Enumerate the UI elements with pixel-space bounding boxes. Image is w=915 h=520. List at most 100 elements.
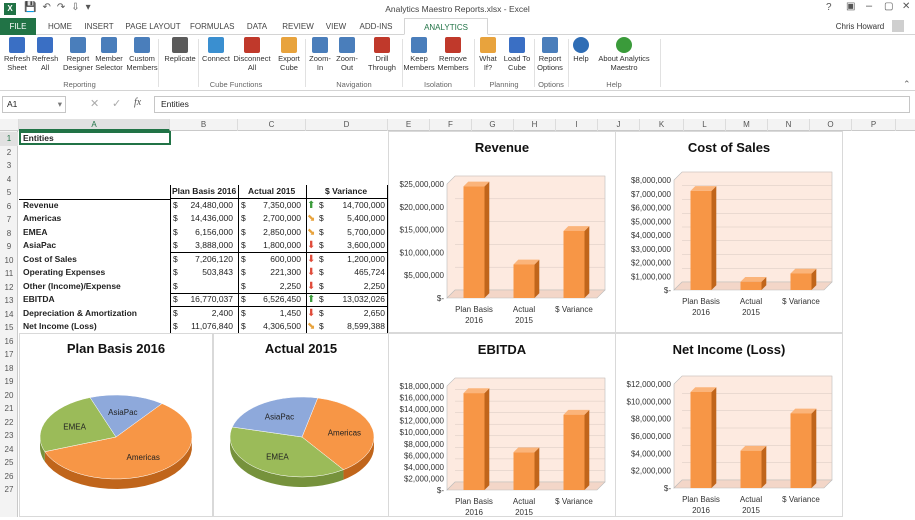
row-label[interactable]: Depreciation & Amortization — [23, 307, 137, 320]
row-label[interactable]: EMEA — [23, 226, 48, 239]
column-header[interactable]: C — [238, 119, 306, 131]
row-label[interactable]: Operating Expenses — [23, 266, 105, 279]
row-label[interactable]: AsiaPac — [23, 239, 56, 252]
tab-review[interactable]: REVIEW — [282, 18, 314, 35]
column-header[interactable]: K — [640, 119, 684, 131]
row-header[interactable]: 23 — [0, 429, 18, 443]
cancel-entry-icon[interactable]: ✕ — [90, 97, 99, 110]
ribbon-refresh-sheet-button[interactable]: Refresh Sheet — [4, 37, 30, 72]
row-label[interactable]: Other (Income)/Expense — [23, 280, 121, 293]
name-box[interactable]: A1 ▾ — [2, 96, 66, 113]
column-header[interactable]: I — [556, 119, 598, 131]
row-header[interactable]: 3 — [0, 159, 18, 173]
avatar[interactable] — [892, 20, 904, 32]
select-all-corner[interactable] — [0, 119, 19, 131]
row-header[interactable]: 7 — [0, 213, 18, 227]
ribbon-display-icon[interactable]: ▣ — [846, 1, 855, 12]
column-header[interactable]: F — [430, 119, 472, 131]
ribbon-drill-through-button[interactable]: Drill Through — [366, 37, 398, 72]
ribbon-export-cube-button[interactable]: Export Cube — [276, 37, 302, 72]
tab-insert[interactable]: INSERT — [84, 18, 114, 35]
ribbon-help-button[interactable]: Help — [570, 37, 592, 63]
tab-formulas[interactable]: FORMULAS — [190, 18, 234, 35]
column-header[interactable]: N — [768, 119, 810, 131]
row-header[interactable]: 19 — [0, 375, 18, 389]
tab-data[interactable]: DATA — [244, 18, 270, 35]
row-header[interactable]: 8 — [0, 227, 18, 241]
row-header[interactable]: 1 — [0, 132, 18, 146]
user-name[interactable]: Chris Howard — [830, 18, 890, 35]
ribbon-connect-button[interactable]: Connect — [201, 37, 231, 63]
ribbon-about-button[interactable]: About Analytics Maestro — [596, 37, 652, 72]
close-icon[interactable]: ✕ — [902, 1, 910, 12]
row-header[interactable]: 17 — [0, 348, 18, 362]
minimize-icon[interactable]: – — [866, 0, 872, 12]
row-header[interactable]: 11 — [0, 267, 18, 281]
row-label[interactable]: Revenue — [23, 199, 58, 212]
row-label[interactable]: Americas — [23, 212, 61, 225]
column-header[interactable]: L — [684, 119, 726, 131]
column-header[interactable]: A — [19, 119, 170, 131]
tab-add-ins[interactable]: ADD-INS — [358, 18, 394, 35]
row-header[interactable]: 6 — [0, 200, 18, 214]
ribbon-disconnect-button[interactable]: Disconnect All — [232, 37, 272, 72]
row-header[interactable]: 2 — [0, 146, 18, 160]
row-header[interactable]: 27 — [0, 483, 18, 497]
row-header[interactable]: 24 — [0, 443, 18, 457]
help-question-icon[interactable]: ? — [826, 2, 832, 13]
row-header[interactable]: 20 — [0, 389, 18, 403]
row-header[interactable]: 21 — [0, 402, 18, 416]
column-header[interactable]: G — [472, 119, 514, 131]
row-label[interactable]: EBITDA — [23, 293, 55, 306]
row-label[interactable]: Cost of Sales — [23, 253, 77, 266]
row-header[interactable]: 9 — [0, 240, 18, 254]
tab-view[interactable]: VIEW — [324, 18, 348, 35]
row-header[interactable]: 5 — [0, 186, 18, 200]
column-header[interactable]: J — [598, 119, 640, 131]
tab-home[interactable]: HOME — [44, 18, 76, 35]
row-header[interactable]: 12 — [0, 281, 18, 295]
row-header[interactable]: 14 — [0, 308, 18, 322]
row-header[interactable]: 22 — [0, 416, 18, 430]
maximize-icon[interactable]: ▢ — [884, 1, 893, 12]
row-header[interactable]: 18 — [0, 362, 18, 376]
row-header[interactable]: 16 — [0, 335, 18, 349]
ribbon-replicate-button[interactable]: Replicate — [163, 37, 197, 63]
column-header[interactable]: O — [810, 119, 852, 131]
column-header[interactable]: E — [388, 119, 430, 131]
ribbon-load-to-cube-button[interactable]: Load To Cube — [502, 37, 532, 72]
formula-input[interactable]: Entities — [154, 96, 910, 113]
column-header[interactable]: P — [852, 119, 896, 131]
ribbon-button-label: Through — [368, 63, 396, 72]
ribbon-button-label: Replicate — [164, 54, 196, 63]
row-header[interactable]: 10 — [0, 254, 18, 268]
tab-file[interactable]: FILE — [0, 18, 36, 35]
collapse-ribbon-icon[interactable]: ⌃ — [903, 79, 911, 90]
tab-analytics-maestro[interactable]: ANALYTICS MAESTRO — [404, 18, 488, 49]
row-label[interactable]: Net Income (Loss) — [23, 320, 97, 333]
ribbon-remove-members-button[interactable]: Remove Members — [436, 37, 470, 72]
row-header[interactable]: 13 — [0, 294, 18, 308]
ribbon-what-if-button[interactable]: What If? — [477, 37, 499, 72]
row-header[interactable]: 25 — [0, 456, 18, 470]
column-header[interactable]: H — [514, 119, 556, 131]
confirm-entry-icon[interactable]: ✓ — [112, 97, 121, 110]
ribbon-report-designer-button[interactable]: Report Designer — [63, 37, 93, 72]
sheet-grid[interactable]: Entities Plan Basis 2016 Actual 2015 $ Vari… — [19, 131, 915, 517]
tab-page-layout[interactable]: PAGE LAYOUT — [124, 18, 182, 35]
ribbon-report-options-button[interactable]: Report Options — [535, 37, 565, 72]
column-header[interactable]: B — [170, 119, 238, 131]
name-box-dropdown-icon[interactable]: ▾ — [58, 97, 62, 112]
row-header[interactable]: 15 — [0, 321, 18, 335]
ribbon-zoom-in-button[interactable]: Zoom- In — [308, 37, 332, 72]
ribbon-refresh-all-button[interactable]: Refresh All — [32, 37, 58, 72]
column-header[interactable]: M — [726, 119, 768, 131]
ribbon-member-selector-button[interactable]: Member Selector — [94, 37, 124, 72]
row-header[interactable]: 26 — [0, 470, 18, 484]
ribbon-custom-members-button[interactable]: Custom Members — [126, 37, 158, 72]
row-header[interactable]: 4 — [0, 173, 18, 187]
ribbon-keep-members-button[interactable]: Keep Members — [403, 37, 435, 72]
insert-function-icon[interactable]: fx — [134, 97, 141, 108]
column-header[interactable]: D — [306, 119, 388, 131]
ribbon-zoom-out-button[interactable]: Zoom- Out — [334, 37, 360, 72]
